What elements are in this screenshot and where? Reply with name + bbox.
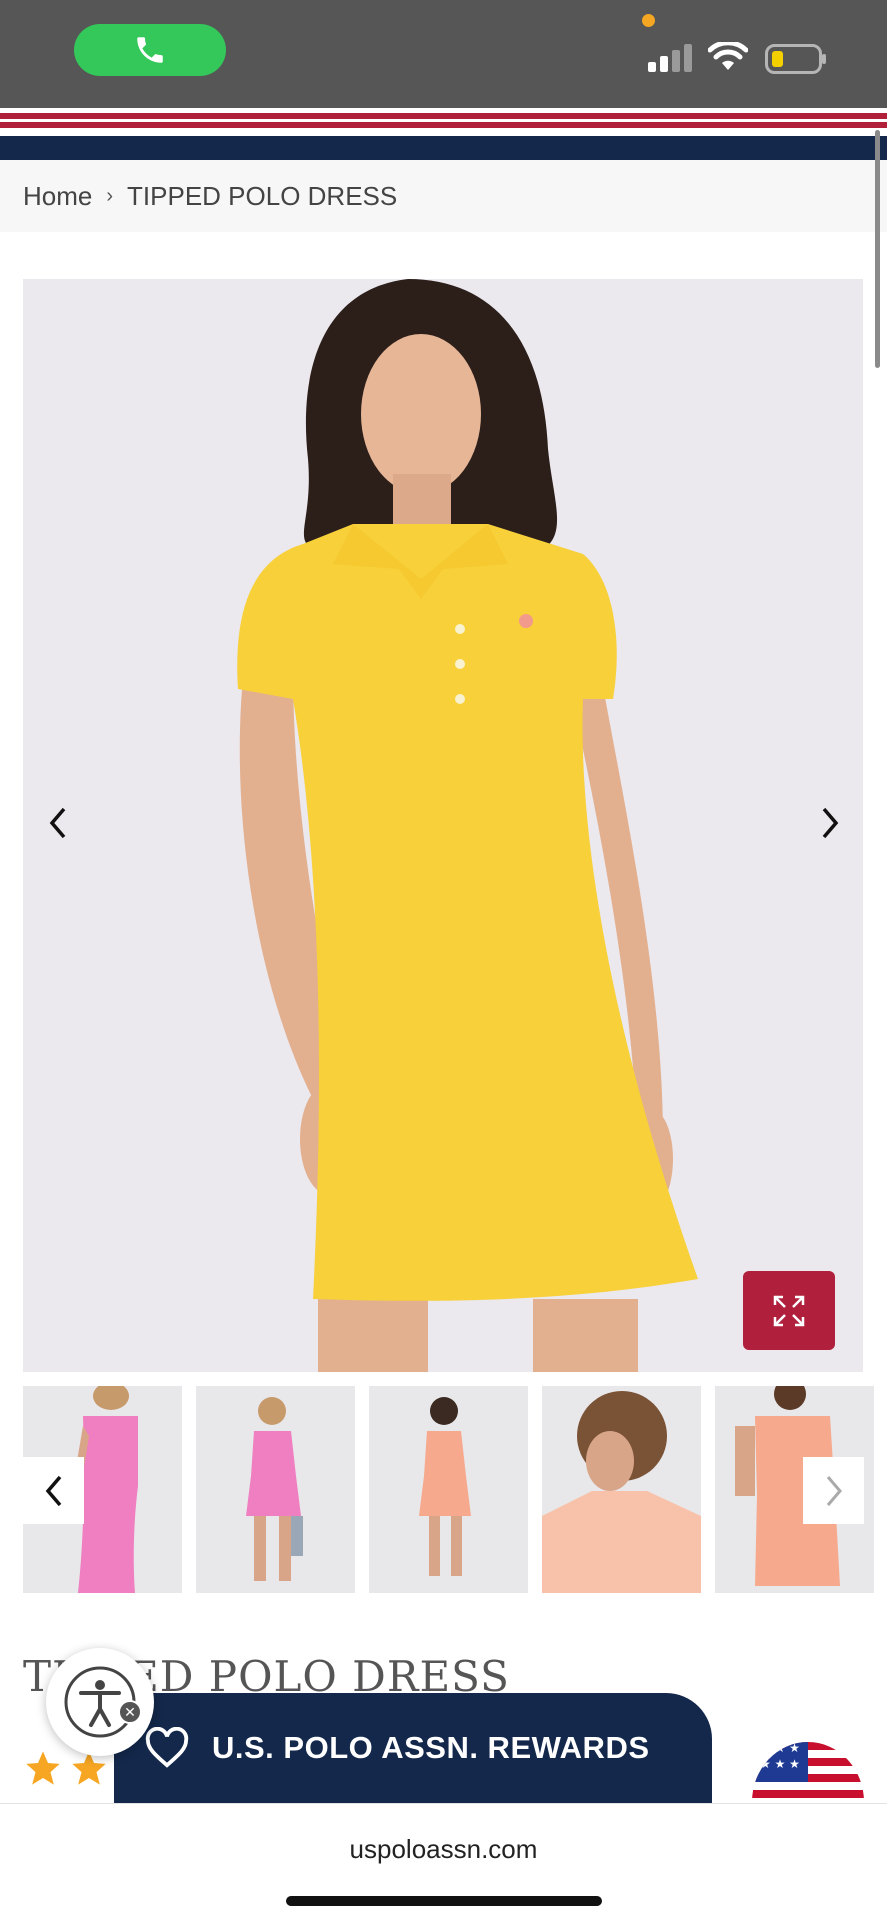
home-indicator[interactable] <box>286 1896 602 1906</box>
battery-icon <box>765 44 826 74</box>
thumbnail[interactable] <box>369 1386 528 1593</box>
header-navy-bar <box>0 136 887 160</box>
browser-url-bar[interactable]: uspoloassn.com <box>0 1803 887 1920</box>
privacy-indicator-dot <box>642 14 655 27</box>
breadcrumb: Home › TIPPED POLO DRESS <box>0 160 887 232</box>
model-photo <box>23 279 863 1372</box>
accessibility-close-icon[interactable]: ✕ <box>118 1700 142 1724</box>
heart-icon <box>145 1727 189 1768</box>
chevron-left-icon <box>49 807 66 839</box>
header-stripe <box>0 128 887 136</box>
cellular-signal-icon <box>648 44 692 72</box>
breadcrumb-current: TIPPED POLO DRESS <box>127 180 398 211</box>
thumbnail-next-button[interactable] <box>803 1457 864 1524</box>
product-main-image[interactable] <box>23 279 863 1372</box>
thumbnail[interactable] <box>196 1386 355 1593</box>
call-indicator[interactable] <box>74 24 226 76</box>
page-scrollbar[interactable] <box>875 130 880 368</box>
breadcrumb-separator: › <box>106 184 114 207</box>
svg-text:★ ★ ★: ★ ★ ★ <box>760 1757 800 1771</box>
thumbnail[interactable] <box>542 1386 701 1593</box>
rewards-banner[interactable]: U.S. POLO ASSN. REWARDS <box>114 1693 712 1803</box>
carousel-next-button[interactable] <box>810 795 850 851</box>
rewards-label: U.S. POLO ASSN. REWARDS <box>212 1730 650 1765</box>
phone-icon <box>137 37 163 63</box>
thumbnail-prev-button[interactable] <box>23 1457 84 1524</box>
thumbnail-strip <box>23 1386 887 1593</box>
wifi-icon <box>708 42 748 70</box>
us-flag-icon[interactable]: ★ ★ ★ ★ ★ ★ <box>752 1730 864 1802</box>
status-bar <box>0 0 887 108</box>
chevron-left-icon <box>45 1475 61 1506</box>
carousel-prev-button[interactable] <box>38 795 78 851</box>
page: Home › TIPPED POLO DRESS TIPPED POLO DRE… <box>0 0 887 1920</box>
chevron-right-icon <box>826 1475 842 1506</box>
star-icon <box>26 1751 60 1785</box>
chevron-right-icon <box>822 807 839 839</box>
url-text[interactable]: uspoloassn.com <box>0 1834 887 1865</box>
zoom-button[interactable] <box>743 1271 835 1350</box>
expand-icon <box>773 1295 805 1326</box>
breadcrumb-home-link[interactable]: Home <box>23 181 92 212</box>
svg-text:★ ★ ★: ★ ★ ★ <box>760 1741 800 1755</box>
